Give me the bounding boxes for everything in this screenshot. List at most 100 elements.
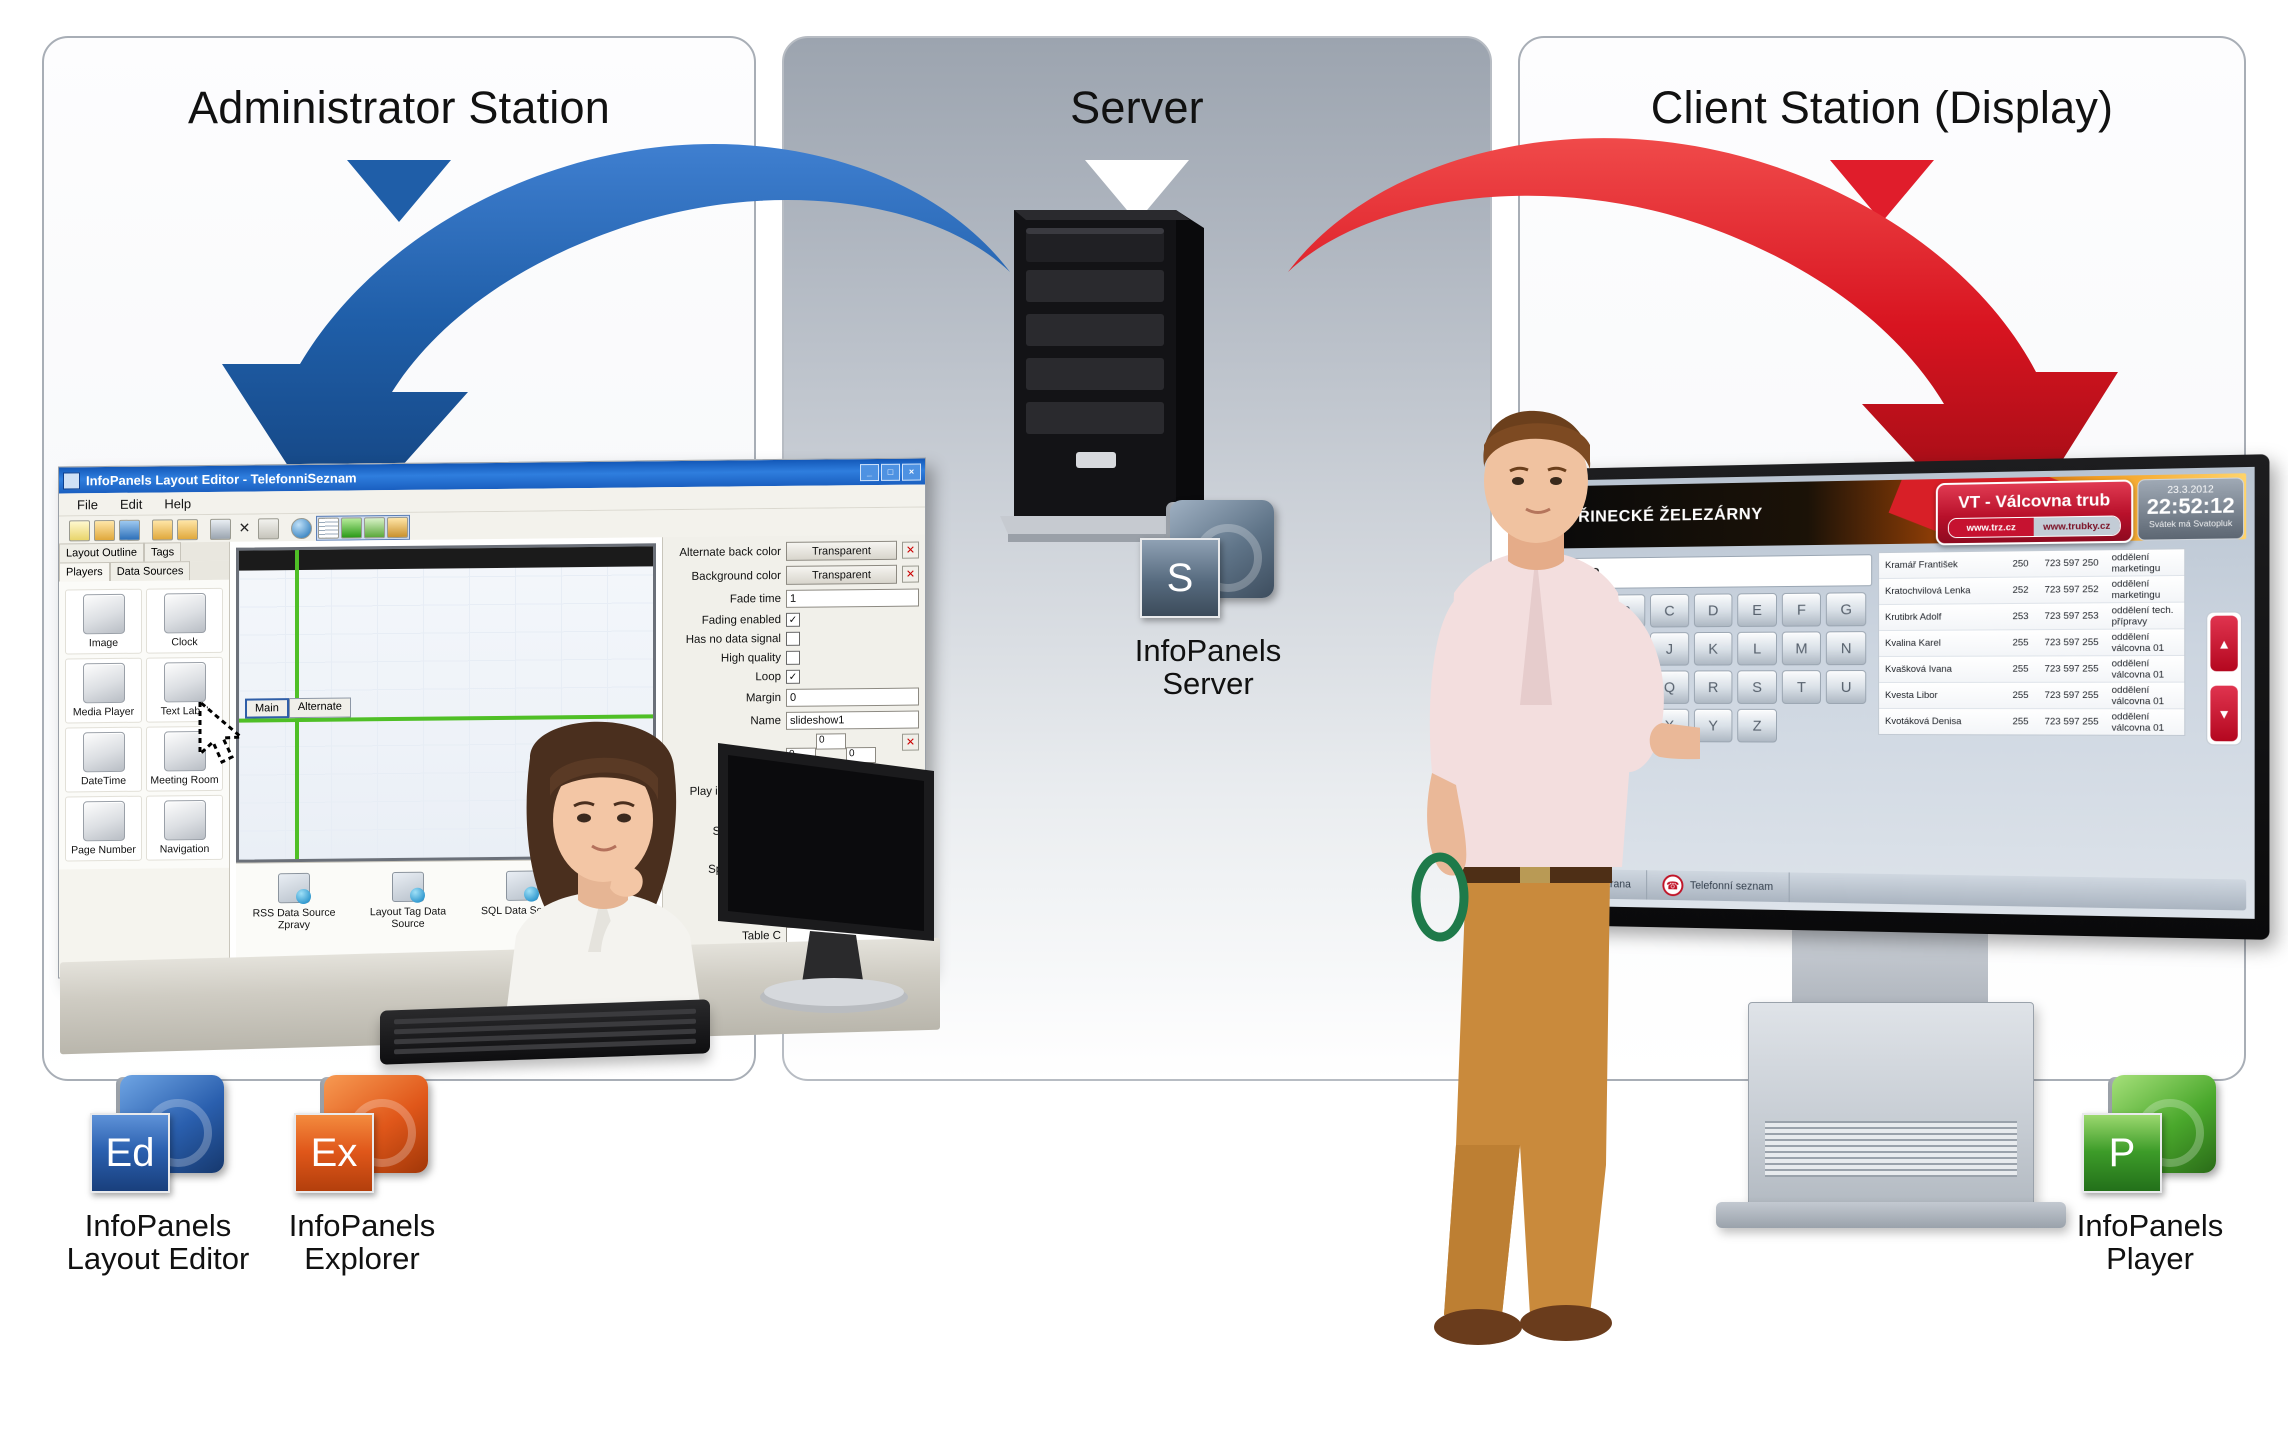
table-row[interactable]: Krutibrk Adolf 253 723 597 253 oddělení … bbox=[1879, 602, 2185, 632]
player-label: DateTime bbox=[80, 774, 127, 788]
property-row-alternate-back-color[interactable]: Alternate back color Transparent ✕ bbox=[669, 540, 919, 563]
brand-urls[interactable]: www.trz.cz www.trubky.cz bbox=[1947, 515, 2121, 539]
clear-color-icon[interactable]: ✕ bbox=[902, 541, 919, 559]
key-l[interactable]: L bbox=[1737, 631, 1777, 666]
save-folder-icon[interactable] bbox=[177, 518, 198, 540]
maximize-button[interactable]: □ bbox=[881, 463, 900, 481]
open-icon[interactable] bbox=[94, 519, 115, 541]
property-row-high-quality[interactable]: High quality bbox=[669, 650, 919, 667]
page-tab-alternate[interactable]: Alternate bbox=[288, 697, 351, 719]
grid-icon[interactable] bbox=[318, 517, 339, 539]
product-infopanels-explorer[interactable]: Ex InfoPanels Explorer bbox=[252, 1075, 472, 1276]
url-trz[interactable]: www.trz.cz bbox=[1948, 517, 2034, 538]
menu-edit[interactable]: Edit bbox=[120, 496, 142, 511]
property-row-background-color[interactable]: Background color Transparent ✕ bbox=[669, 564, 919, 587]
menu-file[interactable]: File bbox=[77, 497, 98, 512]
down-arrow-icon-administrator bbox=[347, 160, 451, 222]
clock-player-icon bbox=[163, 593, 206, 634]
key-s[interactable]: S bbox=[1737, 670, 1777, 704]
paste-icon[interactable] bbox=[258, 517, 279, 539]
property-value[interactable]: 0 bbox=[786, 687, 919, 707]
help-icon[interactable] bbox=[291, 517, 312, 539]
key-m[interactable]: M bbox=[1781, 631, 1822, 666]
toolbox-tabrow-bottom[interactable]: Players Data Sources bbox=[59, 560, 229, 582]
kiosk-stand-body bbox=[1748, 1002, 2034, 1212]
player-badge-letter: P bbox=[2108, 1130, 2136, 1175]
export-icon[interactable] bbox=[387, 516, 408, 538]
text-label-icon bbox=[163, 662, 206, 703]
clear-color-icon[interactable]: ✕ bbox=[902, 565, 919, 583]
key-t[interactable]: T bbox=[1781, 670, 1822, 704]
property-row-fading-enabled[interactable]: Fading enabled ✓ bbox=[669, 612, 919, 629]
property-checkbox[interactable] bbox=[786, 631, 800, 646]
player-label: Clock bbox=[171, 636, 198, 649]
table-row[interactable]: Kratochvilová Lenka 252 723 597 252 oddě… bbox=[1879, 575, 2185, 606]
product-infopanels-layout-editor[interactable]: Ed InfoPanels Layout Editor bbox=[48, 1075, 268, 1276]
cell-ext: 255 bbox=[2012, 663, 2029, 675]
table-row[interactable]: Kvesta Libor 255 723 597 255 oddělení vá… bbox=[1879, 682, 2185, 710]
save-icon[interactable] bbox=[119, 519, 140, 541]
page-number-icon bbox=[82, 800, 125, 842]
tab-data-sources[interactable]: Data Sources bbox=[109, 561, 191, 582]
data-source-label: Layout Tag Data Source bbox=[369, 905, 447, 931]
url-trubky[interactable]: www.trubky.cz bbox=[2033, 516, 2120, 536]
toolbox-tabrow-top[interactable]: Layout Outline Tags bbox=[59, 541, 229, 563]
player-item-navigation[interactable]: Navigation bbox=[146, 794, 223, 861]
cell-ext: 255 bbox=[2012, 689, 2029, 702]
tab-layout-outline[interactable]: Layout Outline bbox=[59, 542, 144, 563]
property-checkbox[interactable] bbox=[786, 650, 800, 665]
delete-icon[interactable]: ✕ bbox=[235, 519, 254, 538]
tab-tags[interactable]: Tags bbox=[143, 542, 182, 562]
key-n[interactable]: N bbox=[1826, 631, 1867, 666]
table-row[interactable]: Kvalina Karel 255 723 597 255 oddělení v… bbox=[1879, 629, 2185, 658]
table-row[interactable]: Kramář František 250 723 597 250 oddělen… bbox=[1879, 549, 2185, 580]
cell-ext: 255 bbox=[2012, 716, 2029, 728]
property-row-fade-time[interactable]: Fade time 1 bbox=[669, 588, 919, 610]
property-checkbox[interactable]: ✓ bbox=[786, 612, 800, 627]
player-item-image[interactable]: Image bbox=[65, 588, 142, 655]
scroll-down-button[interactable]: ▼ bbox=[2210, 685, 2238, 742]
cell-phone: 723 597 255 bbox=[2044, 663, 2099, 675]
property-value[interactable]: Transparent bbox=[786, 540, 897, 561]
property-row-loop[interactable]: Loop ✓ bbox=[669, 669, 919, 686]
preview-tool-group[interactable] bbox=[316, 514, 410, 541]
player-item-page-number[interactable]: Page Number bbox=[65, 795, 142, 862]
cell-ext: 250 bbox=[2012, 558, 2029, 570]
cell-dept: oddělení válcovna 01 bbox=[2111, 631, 2165, 654]
open-folder-icon[interactable] bbox=[152, 518, 173, 541]
server-badge-letter: S bbox=[1166, 555, 1194, 600]
minimize-button[interactable]: _ bbox=[860, 463, 879, 481]
key-g[interactable]: G bbox=[1826, 592, 1867, 627]
mouse-cursor-icon bbox=[198, 700, 245, 765]
play-icon[interactable] bbox=[341, 516, 362, 539]
property-checkbox[interactable]: ✓ bbox=[786, 669, 800, 684]
key-f[interactable]: F bbox=[1781, 592, 1822, 627]
player-item-media-player[interactable]: Media Player bbox=[65, 657, 142, 724]
panel-icon[interactable] bbox=[210, 518, 231, 540]
diagram-canvas: Administrator Station Server Client Stat… bbox=[0, 0, 2288, 1451]
new-icon[interactable] bbox=[69, 519, 90, 541]
tab-players[interactable]: Players bbox=[59, 562, 110, 582]
product-infopanels-player[interactable]: P InfoPanels Player bbox=[2040, 1075, 2260, 1276]
key-z[interactable]: Z bbox=[1737, 708, 1777, 743]
property-row-has-no-data-signal[interactable]: Has no data signal bbox=[669, 631, 919, 648]
property-value[interactable]: 1 bbox=[786, 588, 919, 608]
property-value[interactable]: Transparent bbox=[786, 564, 897, 585]
canvas-page-tabs[interactable]: Main Alternate bbox=[245, 697, 351, 719]
player-item-clock[interactable]: Clock bbox=[146, 587, 223, 654]
explorer-label: InfoPanels Explorer bbox=[252, 1209, 472, 1276]
table-row[interactable]: Kvotáková Denisa 255 723 597 255 oddělen… bbox=[1879, 708, 2185, 735]
property-value[interactable]: slideshow1 bbox=[786, 710, 919, 730]
publish-icon[interactable] bbox=[364, 516, 385, 538]
table-row[interactable]: Kvašková Ivana 255 723 597 255 oddělení … bbox=[1879, 655, 2185, 684]
cell-phone: 723 597 255 bbox=[2044, 689, 2099, 702]
key-e[interactable]: E bbox=[1737, 593, 1777, 627]
keyboard[interactable] bbox=[380, 999, 710, 1065]
key-u[interactable]: U bbox=[1826, 670, 1867, 704]
close-button[interactable]: × bbox=[902, 463, 921, 481]
menu-help[interactable]: Help bbox=[164, 496, 191, 511]
player-item-datetime[interactable]: DateTime bbox=[65, 726, 142, 793]
phone-directory-table[interactable]: Kramář František 250 723 597 250 oddělen… bbox=[1878, 548, 2186, 736]
scroll-up-button[interactable]: ▲ bbox=[2210, 615, 2238, 672]
table-scroll-buttons[interactable]: ▲ ▼ bbox=[2206, 611, 2242, 746]
